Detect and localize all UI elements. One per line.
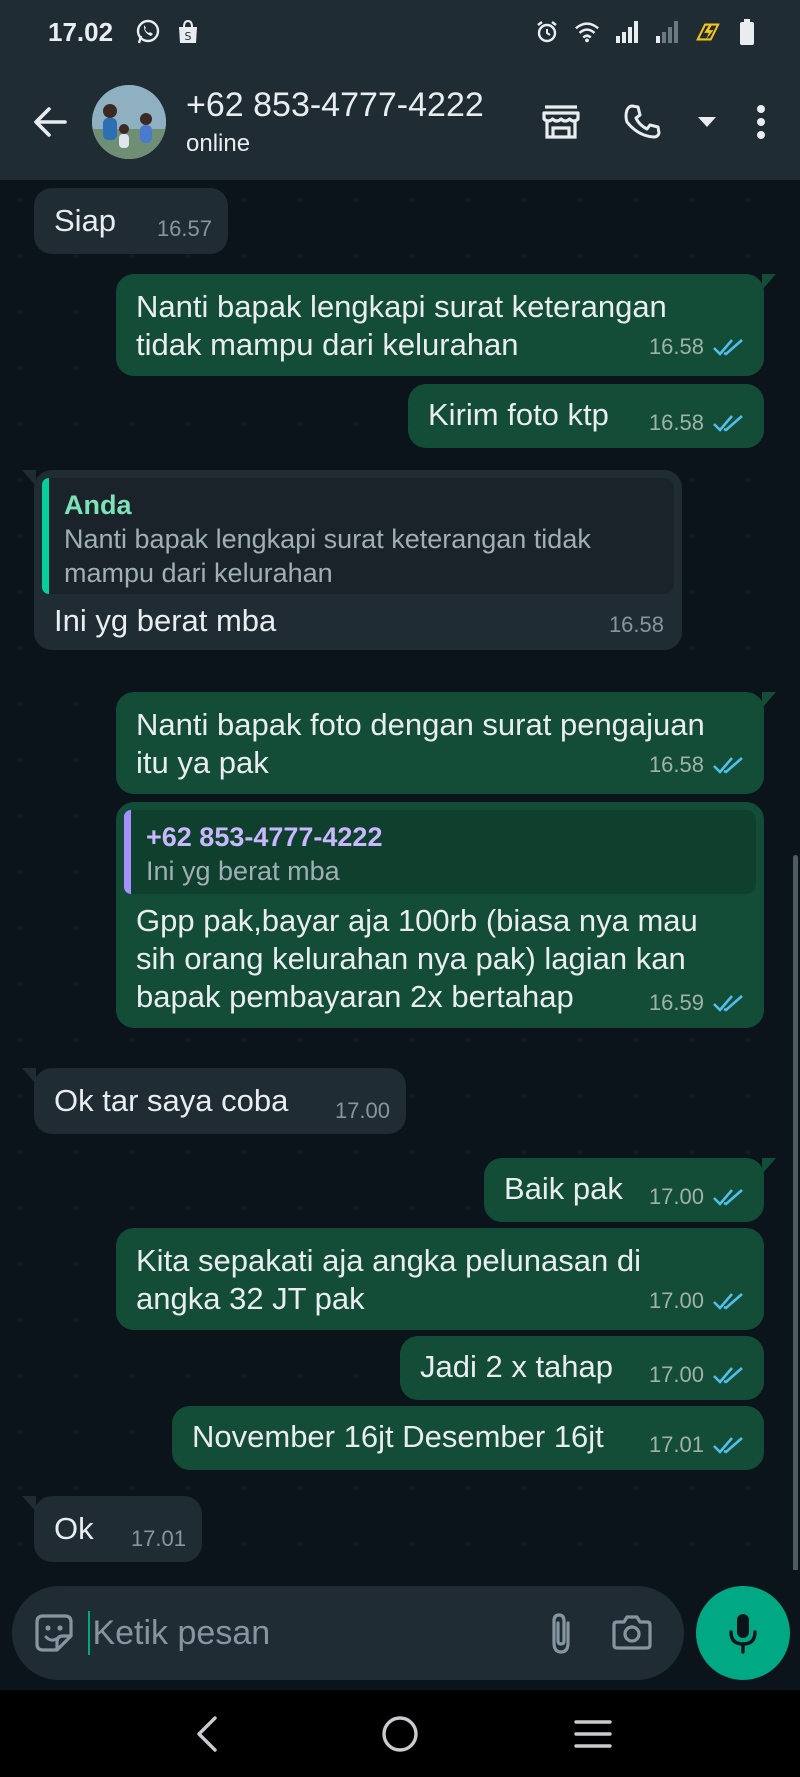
message-time: 16.59 <box>648 990 704 1015</box>
call-menu-button[interactable] <box>690 90 724 154</box>
message-time: 16.58 <box>648 752 704 777</box>
message-composer <box>12 1586 684 1680</box>
camera-icon <box>612 1615 652 1650</box>
read-receipt-icon <box>713 1437 743 1454</box>
read-receipt-icon <box>713 757 743 774</box>
message-time: 16.58 <box>648 334 704 359</box>
contact-status: online <box>186 130 251 157</box>
catalog-button[interactable] <box>526 90 596 154</box>
attach-button[interactable] <box>535 1601 586 1665</box>
message-time: 17.00 <box>648 1288 704 1313</box>
message-incoming[interactable]: Siap 16.57 <box>34 188 228 254</box>
quote-author: +62 853-4777-4222 <box>146 822 383 852</box>
dropdown-caret-icon <box>698 117 716 127</box>
message-time: 17.01 <box>130 1526 186 1551</box>
contact-name: +62 853-4777-4222 <box>186 86 484 124</box>
read-receipt-icon <box>713 339 743 356</box>
status-system-icons <box>534 19 760 45</box>
message-meta: 17.01 <box>649 1426 746 1464</box>
message-outgoing[interactable]: Baik pak 17.00 <box>484 1158 776 1222</box>
emoji-button[interactable] <box>26 1598 82 1668</box>
message-outgoing[interactable]: Nanti bapak foto dengan surat pengajuan … <box>116 692 776 794</box>
signal-icon <box>614 19 640 45</box>
quote-author: Anda <box>64 490 132 520</box>
message-outgoing-reply[interactable]: +62 853-4777-4222 Ini yg berat mba Gpp p… <box>116 802 764 1028</box>
back-button[interactable] <box>18 90 82 154</box>
avatar[interactable] <box>92 85 166 159</box>
message-time: 16.57 <box>156 216 212 241</box>
nav-recents-icon <box>574 1719 613 1748</box>
voice-record-button[interactable] <box>696 1586 790 1680</box>
wifi-icon <box>574 19 600 45</box>
nav-home-button[interactable] <box>360 1704 440 1764</box>
message-time: 17.01 <box>648 1432 704 1457</box>
read-receipt-icon <box>713 415 743 432</box>
quoted-message[interactable]: Anda Nanti bapak lengkapi surat keterang… <box>42 478 674 594</box>
camera-button[interactable] <box>607 1601 658 1665</box>
quote-text: Ini yg berat mba <box>146 856 340 886</box>
message-meta: 16.58 <box>609 606 664 644</box>
message-meta: 17.00 <box>649 1282 746 1320</box>
quoted-message[interactable]: +62 853-4777-4222 Ini yg berat mba <box>124 810 756 894</box>
alarm-icon <box>534 19 560 45</box>
battery-icon <box>734 19 760 45</box>
store-icon <box>542 105 580 139</box>
more-vert-icon <box>757 105 765 139</box>
phone-icon <box>624 104 661 139</box>
message-outgoing[interactable]: Jadi 2 x tahap 17.00 <box>400 1336 764 1400</box>
charging-icon <box>694 19 720 45</box>
sticker-emoji-icon <box>35 1614 73 1652</box>
nav-back-button[interactable] <box>167 1704 247 1764</box>
status-bar: 17.02 S <box>0 0 800 64</box>
back-arrow-icon <box>34 107 67 137</box>
message-meta: 16.58 <box>649 404 746 442</box>
message-outgoing[interactable]: Kirim foto ktp 16.58 <box>408 384 764 448</box>
chat-messages-area[interactable]: Siap 16.57 Nanti bapak lengkapi surat ke… <box>0 180 800 1570</box>
shopee-bag-icon: S <box>175 19 201 45</box>
read-receipt-icon <box>713 995 743 1012</box>
microphone-icon <box>729 1614 757 1654</box>
nav-back-icon <box>196 1715 217 1752</box>
status-time: 17.02 <box>48 16 114 47</box>
status-notification-icons: S <box>135 19 201 45</box>
message-meta: 16.59 <box>649 984 746 1022</box>
message-text: Ini yg berat mba <box>54 603 277 638</box>
nav-recents-button[interactable] <box>553 1704 633 1764</box>
contact-info[interactable]: +62 853-4777-4222 online <box>186 85 484 159</box>
header-actions <box>526 90 786 154</box>
message-incoming[interactable]: Ok 17.01 <box>22 1496 202 1562</box>
message-time: 16.58 <box>608 612 664 637</box>
read-receipt-icon <box>713 1367 743 1384</box>
message-meta: 17.00 <box>335 1092 390 1130</box>
scrollbar-thumb[interactable] <box>793 855 798 1570</box>
message-outgoing[interactable]: November 16jt Desember 16jt 17.01 <box>172 1406 764 1470</box>
nav-home-icon <box>382 1715 418 1752</box>
read-receipt-icon <box>713 1293 743 1310</box>
message-outgoing[interactable]: Kita sepakati aja angka pelunasan di ang… <box>116 1228 764 1330</box>
message-meta: 17.00 <box>649 1178 746 1216</box>
message-meta: 17.00 <box>649 1356 746 1394</box>
message-time: 16.58 <box>648 410 704 435</box>
message-time: 17.00 <box>648 1184 704 1209</box>
message-meta: 17.01 <box>131 1520 186 1558</box>
system-navigation-bar <box>0 1690 800 1777</box>
message-meta: 16.57 <box>157 210 212 248</box>
chat-header: +62 853-4777-4222 online <box>0 64 800 180</box>
message-time: 17.00 <box>648 1362 704 1387</box>
message-incoming-reply[interactable]: Anda Nanti bapak lengkapi surat keterang… <box>22 470 682 650</box>
read-receipt-icon <box>713 1189 743 1206</box>
more-options-button[interactable] <box>736 90 786 154</box>
signal-weak-icon <box>654 19 680 45</box>
message-incoming[interactable]: Ok tar saya coba 17.00 <box>22 1068 406 1134</box>
message-input[interactable] <box>90 1613 536 1653</box>
quote-text: Nanti bapak lengkapi surat keterangan ti… <box>64 524 591 588</box>
whatsapp-icon <box>135 19 161 45</box>
paperclip-icon <box>552 1613 570 1654</box>
message-time: 17.00 <box>334 1098 390 1123</box>
message-meta: 16.58 <box>649 328 746 366</box>
message-outgoing[interactable]: Nanti bapak lengkapi surat keterangan ti… <box>116 274 776 376</box>
svg-text:S: S <box>185 30 192 43</box>
message-meta: 16.58 <box>649 746 746 784</box>
voice-call-button[interactable] <box>608 90 678 154</box>
